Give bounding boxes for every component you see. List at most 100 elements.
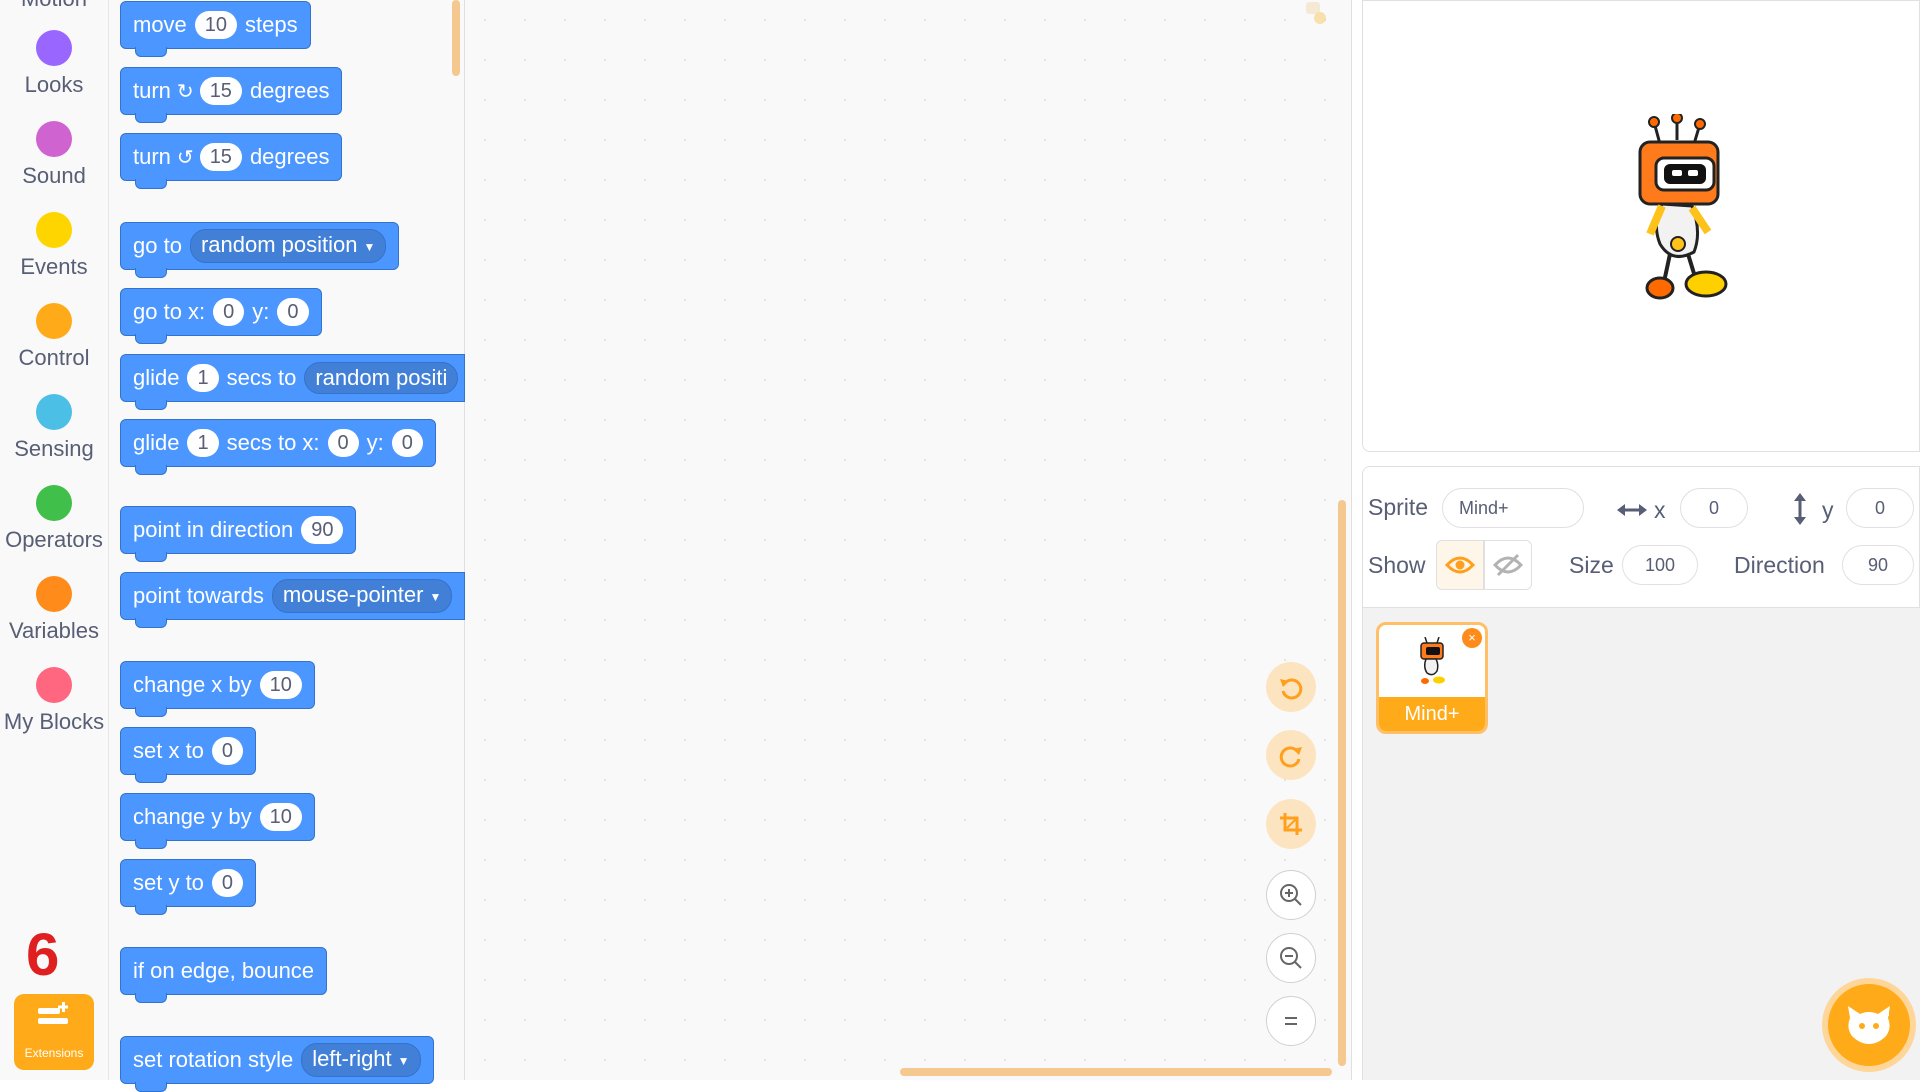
equals-icon xyxy=(1285,1017,1297,1025)
block-text: y: xyxy=(252,299,270,324)
category-events[interactable]: Events xyxy=(0,212,108,280)
category-sound[interactable]: Sound xyxy=(0,121,108,189)
block-text: steps xyxy=(245,12,298,37)
rotate-right-icon: ↻ xyxy=(176,80,194,103)
show-hidden-button[interactable] xyxy=(1484,540,1532,590)
show-visible-button[interactable] xyxy=(1436,540,1484,590)
block-change-x[interactable]: change x by 10 xyxy=(120,661,315,717)
glide-target-dropdown[interactable]: random positi xyxy=(304,362,459,394)
block-text: set x to xyxy=(133,738,204,763)
x-input[interactable]: 0 xyxy=(327,429,359,457)
robot-thumbnail-icon xyxy=(1420,637,1445,684)
category-variables[interactable]: Variables xyxy=(0,576,108,644)
block-move-steps[interactable]: move 10 steps xyxy=(120,1,311,57)
change-y-input[interactable]: 10 xyxy=(259,803,302,831)
direction-input[interactable]: 90 xyxy=(1842,545,1914,585)
zoom-reset-button[interactable] xyxy=(1266,996,1316,1046)
block-text: secs to xyxy=(226,365,297,390)
dropdown-value: random position xyxy=(200,232,358,258)
block-text: go to xyxy=(133,233,182,258)
direction-input[interactable]: 90 xyxy=(301,516,344,544)
block-change-y[interactable]: change y by 10 xyxy=(120,793,315,849)
category-label: Sensing xyxy=(14,436,94,461)
delete-sprite-icon[interactable]: × xyxy=(1462,628,1482,648)
set-y-input[interactable]: 0 xyxy=(211,869,244,897)
category-label: Variables xyxy=(8,618,100,643)
caret-down-icon: ▼ xyxy=(363,239,376,254)
y-input[interactable]: 0 xyxy=(391,429,423,457)
control-dot-icon xyxy=(36,303,72,339)
variables-dot-icon xyxy=(36,576,72,612)
size-input[interactable]: 100 xyxy=(1622,545,1698,585)
script-workspace[interactable] xyxy=(465,0,1352,1080)
x-label: x xyxy=(1654,497,1666,523)
point-towards-dropdown[interactable]: mouse-pointer ▼ xyxy=(271,579,453,613)
block-turn-right[interactable]: turn ↻ 15 degrees xyxy=(120,67,343,123)
x-position-input[interactable]: 0 xyxy=(1680,488,1748,528)
size-label: Size xyxy=(1569,552,1614,578)
category-sensing[interactable]: Sensing xyxy=(0,394,108,462)
extensions-button[interactable]: Extensions xyxy=(14,994,94,1070)
zoom-in-icon xyxy=(1280,884,1302,906)
block-glide-to-xy[interactable]: glide 1 secs to x: 0 y: 0 xyxy=(120,419,436,475)
block-text: degrees xyxy=(249,78,330,103)
category-looks[interactable]: Looks xyxy=(0,30,108,98)
zoom-out-button[interactable] xyxy=(1266,933,1316,983)
block-set-y[interactable]: set y to 0 xyxy=(120,859,257,915)
block-text: glide xyxy=(133,365,180,390)
category-label: My Blocks xyxy=(3,709,105,734)
block-point-towards[interactable]: point towards mouse-pointer ▼ xyxy=(120,572,465,628)
category-control[interactable]: Control xyxy=(0,303,108,371)
zoom-out-icon xyxy=(1280,947,1302,969)
secs-input[interactable]: 1 xyxy=(187,429,219,457)
category-motion[interactable]: Motion xyxy=(0,0,108,12)
caret-down-icon: ▼ xyxy=(397,1053,410,1068)
secs-input[interactable]: 1 xyxy=(187,364,219,392)
steps-input[interactable]: 10 xyxy=(194,11,238,39)
y-position-input[interactable]: 0 xyxy=(1846,488,1914,528)
vertical-arrows-icon xyxy=(1794,493,1806,525)
assistant-mascot-button[interactable] xyxy=(1822,978,1916,1072)
block-text: point towards xyxy=(133,583,264,608)
block-text: set y to xyxy=(133,870,204,895)
redo-button[interactable] xyxy=(1266,730,1316,780)
crop-icon xyxy=(1280,813,1302,835)
set-x-input[interactable]: 0 xyxy=(211,737,244,765)
go-to-target-dropdown[interactable]: random position ▼ xyxy=(189,229,387,263)
degrees-input[interactable]: 15 xyxy=(199,77,242,105)
show-label: Show xyxy=(1368,552,1426,578)
sprite-name-input[interactable]: Mind+ xyxy=(1442,488,1584,528)
block-set-rotation-style[interactable]: set rotation style left-right ▼ xyxy=(120,1036,434,1092)
workspace-horizontal-scrollbar[interactable] xyxy=(900,1068,1332,1076)
block-set-x[interactable]: set x to 0 xyxy=(120,727,257,783)
block-go-to-xy[interactable]: go to x: 0 y: 0 xyxy=(120,288,322,344)
eye-icon xyxy=(1445,556,1475,574)
operators-dot-icon xyxy=(36,485,72,521)
sensing-dot-icon xyxy=(36,394,72,430)
change-x-input[interactable]: 10 xyxy=(259,671,302,699)
y-input[interactable]: 0 xyxy=(277,298,309,326)
category-my-blocks[interactable]: My Blocks xyxy=(0,667,108,735)
block-turn-left[interactable]: turn ↺ 15 degrees xyxy=(120,133,343,189)
rotation-style-dropdown[interactable]: left-right ▼ xyxy=(301,1043,421,1077)
block-text: go to x: xyxy=(133,299,206,324)
category-label: Looks xyxy=(24,72,84,97)
x-input[interactable]: 0 xyxy=(213,298,245,326)
clean-up-button[interactable] xyxy=(1266,799,1316,849)
category-label: Events xyxy=(20,254,88,279)
undo-button[interactable] xyxy=(1266,662,1316,712)
block-bounce[interactable]: if on edge, bounce xyxy=(120,947,328,1003)
degrees-input[interactable]: 15 xyxy=(199,143,242,171)
my-blocks-dot-icon xyxy=(36,667,72,703)
workspace-vertical-scrollbar[interactable] xyxy=(1338,500,1346,1066)
block-text: turn xyxy=(133,144,171,169)
category-operators[interactable]: Operators xyxy=(0,485,108,553)
extensions-label: Extensions xyxy=(24,1046,84,1060)
zoom-in-button[interactable] xyxy=(1266,870,1316,920)
block-go-to[interactable]: go to random position ▼ xyxy=(120,222,400,278)
palette-scrollbar[interactable] xyxy=(452,0,460,76)
block-glide-to[interactable]: glide 1 secs to random positi xyxy=(120,354,465,410)
block-point-in-direction[interactable]: point in direction 90 xyxy=(120,506,357,562)
robot-sprite-image[interactable] xyxy=(1632,114,1742,314)
step-number-badge: 6 xyxy=(26,921,60,988)
